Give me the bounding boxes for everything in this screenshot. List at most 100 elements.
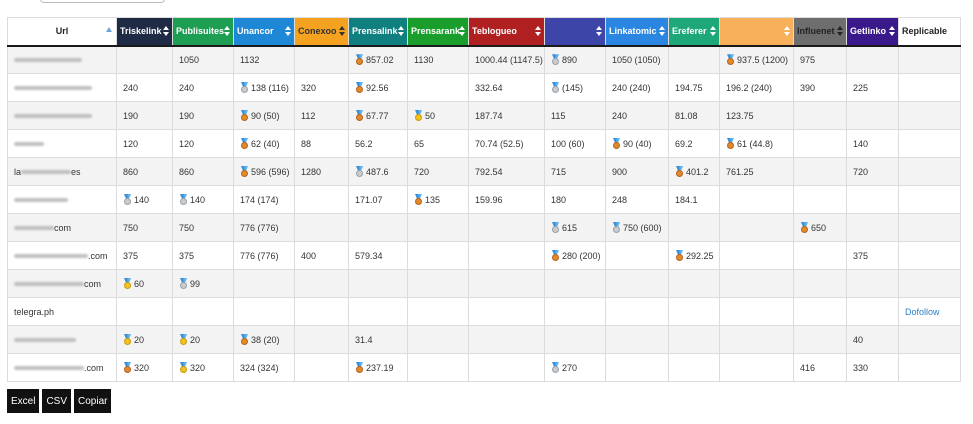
redacted-url: [21, 170, 72, 175]
price-cell: [793, 129, 847, 158]
price-cell: [898, 45, 961, 74]
sort-asc-icon: [106, 27, 112, 32]
bronze-medal-icon: [675, 166, 684, 177]
price-cell: [793, 101, 847, 130]
price-cell: [468, 241, 545, 270]
price-value: 1050 (1050): [612, 54, 661, 65]
price-value: 225: [853, 82, 869, 93]
redacted-url: [14, 198, 68, 203]
price-cell: 390: [793, 73, 847, 102]
table-row: .com 375 375 776 (776) 400 579.34 280 (200) 292…: [7, 241, 961, 270]
price-cell: [719, 269, 794, 298]
sort-icon: [339, 26, 345, 37]
col-header-teblogueo[interactable]: Teblogueo: [468, 17, 545, 47]
price-value: 401.2: [686, 167, 709, 177]
price-cell: [294, 269, 349, 298]
header-row: Url Triskelink Publisuites Unancor Conexoo Pr…: [7, 17, 961, 47]
price-value: 88: [301, 138, 312, 149]
price-cell: 579.34: [348, 241, 408, 270]
price-cell: 750: [116, 213, 173, 242]
price-cell: [544, 269, 606, 298]
col-header-triskelink[interactable]: Triskelink: [116, 17, 173, 47]
price-cell: [898, 157, 961, 186]
price-cell: [407, 269, 469, 298]
price-cell: 184.1: [668, 185, 720, 214]
table-row: com 60 99: [7, 269, 961, 298]
col-header-publisuites[interactable]: Publisuites: [172, 17, 234, 47]
price-cell: 174 (174): [233, 185, 295, 214]
table-row: la es 860 860 596 (596) 1280 487.6 720 792.54 715…: [7, 157, 961, 186]
col-header-prensarank[interactable]: Prensarank: [407, 17, 469, 47]
url-suffix: com: [84, 278, 102, 289]
url-cell: [7, 185, 117, 214]
price-cell: [348, 269, 408, 298]
excel-button[interactable]: Excel: [7, 389, 40, 413]
price-cell: 135: [407, 185, 469, 214]
price-cell: [407, 241, 469, 270]
price-cell: 240: [172, 73, 234, 102]
price-cell: [116, 45, 173, 74]
table-row: 240 240 138 (116) 320 92.56 332.64 (145) 240 (2…: [7, 73, 961, 102]
price-value: 596 (596): [251, 167, 290, 177]
col-header-prensalink[interactable]: Prensalink: [348, 17, 408, 47]
price-cell: 187.74: [468, 101, 545, 130]
col-header-unlabeled-11[interactable]: [719, 17, 794, 47]
silver-medal-icon: [551, 222, 560, 233]
col-header-influenet[interactable]: Influenet: [793, 17, 847, 47]
col-header-linkatomic[interactable]: Linkatomic: [605, 17, 669, 47]
price-cell: [898, 73, 961, 102]
price-cell: 1130: [407, 45, 469, 74]
price-cell: 1050 (1050): [605, 45, 669, 74]
search-box-edge[interactable]: [40, 0, 165, 3]
price-value: 292.25: [686, 251, 714, 261]
price-cell: [294, 325, 349, 354]
col-header-label: Linkatomic: [609, 26, 657, 37]
price-cell: 90 (40): [605, 129, 669, 158]
url-cell: [7, 45, 117, 74]
bronze-medal-icon: [123, 362, 132, 373]
price-cell: 240: [605, 101, 669, 130]
url-cell: [7, 101, 117, 130]
price-cell: 120: [116, 129, 173, 158]
price-cell: [294, 213, 349, 242]
price-cell: 81.08: [668, 101, 720, 130]
price-value: 792.54: [475, 166, 503, 177]
price-cell: 596 (596): [233, 157, 295, 186]
price-cell: 320: [116, 353, 173, 382]
dofollow-link[interactable]: Dofollow: [905, 307, 940, 317]
price-value: 400: [301, 250, 317, 261]
col-header-getlinko[interactable]: Getlinko: [846, 17, 899, 47]
sort-icon: [784, 26, 790, 37]
price-cell: [233, 297, 295, 326]
url-suffix: .com: [84, 362, 104, 373]
col-header-conexoo[interactable]: Conexoo: [294, 17, 349, 47]
bronze-medal-icon: [551, 250, 560, 261]
copy-button[interactable]: Copiar: [74, 389, 112, 413]
bronze-medal-icon: [240, 334, 249, 345]
price-cell: 375: [846, 241, 899, 270]
bronze-medal-icon: [355, 362, 364, 373]
price-value: 776 (776): [240, 250, 279, 261]
price-cell: 761.25: [719, 157, 794, 186]
price-cell: 1280: [294, 157, 349, 186]
price-value: 857.02: [366, 55, 394, 66]
csv-button[interactable]: CSV: [42, 389, 72, 413]
bronze-medal-icon: [612, 138, 621, 149]
table-row: .com 320 320 324 (324) 237.19 270 416 330: [7, 353, 961, 382]
price-value: 890: [562, 55, 578, 66]
bronze-medal-icon: [240, 138, 249, 149]
url-text: telegra.ph: [14, 306, 55, 317]
price-cell: 61 (44.8): [719, 129, 794, 158]
col-header-unlabeled-8[interactable]: [544, 17, 606, 47]
col-header-replicable[interactable]: Replicable: [898, 17, 961, 47]
price-value: 240 (240): [612, 82, 651, 93]
col-header-unancor[interactable]: Unancor: [233, 17, 295, 47]
price-cell: [348, 213, 408, 242]
price-cell: 1000.44 (1147.5): [468, 45, 545, 74]
price-cell: 776 (776): [233, 213, 295, 242]
silver-medal-icon: [179, 278, 188, 289]
col-header-ereferer[interactable]: Ereferer: [668, 17, 720, 47]
price-cell: [719, 325, 794, 354]
price-value: 937.5 (1200): [737, 55, 789, 66]
col-header-url[interactable]: Url: [7, 17, 117, 47]
